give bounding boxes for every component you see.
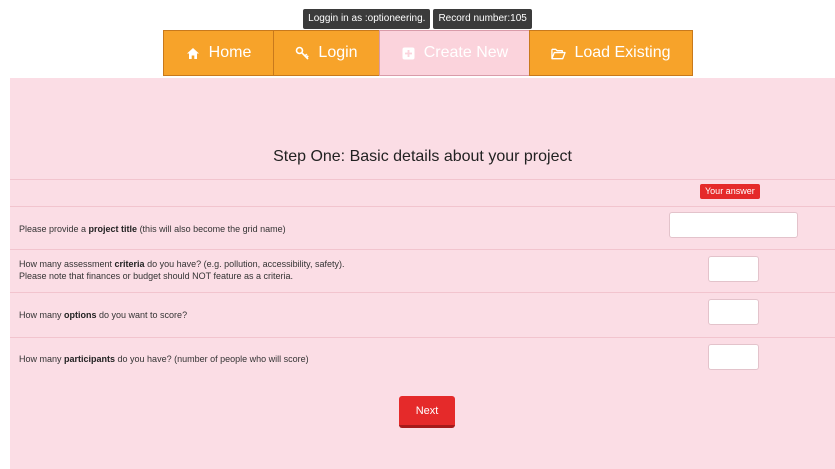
key-icon bbox=[295, 46, 310, 61]
nav-create-new-label: Create New bbox=[423, 44, 509, 61]
nav-load-existing-button[interactable]: Load Existing bbox=[529, 30, 693, 76]
question-row-participants: How many participants do you have? (numb… bbox=[10, 337, 835, 380]
nav-home-button[interactable]: Home bbox=[163, 30, 274, 76]
record-number: Record number:105 bbox=[433, 9, 532, 29]
nav-load-existing-label: Load Existing bbox=[574, 44, 671, 61]
options-count-input[interactable] bbox=[708, 299, 759, 325]
nav-home-label: Home bbox=[208, 44, 252, 61]
question-label-participants: How many participants do you have? (numb… bbox=[19, 354, 309, 364]
nav-login-label: Login bbox=[318, 44, 358, 61]
question-label-options: How many options do you want to score? bbox=[19, 310, 188, 320]
question-row-criteria: How many assessment criteria do you have… bbox=[10, 249, 835, 292]
nav-create-new-button[interactable]: Create New bbox=[379, 30, 530, 76]
main-nav: Home Login Create New Load Existing bbox=[163, 30, 693, 78]
criteria-count-input[interactable] bbox=[708, 256, 759, 282]
answer-header-row: Your answer bbox=[10, 179, 835, 206]
plus-square-icon bbox=[401, 46, 416, 61]
question-row-project-title: Please provide a project title (this wil… bbox=[10, 206, 835, 249]
login-status: Loggin in as :optioneering. bbox=[303, 9, 431, 29]
nav-login-button[interactable]: Login bbox=[273, 30, 380, 76]
folder-open-icon bbox=[551, 46, 567, 61]
status-bar: Loggin in as :optioneering. Record numbe… bbox=[0, 9, 835, 29]
project-title-input[interactable] bbox=[669, 212, 798, 238]
question-label-criteria: How many assessment criteria do you have… bbox=[19, 259, 345, 281]
form-panel: Step One: Basic details about your proje… bbox=[10, 78, 835, 469]
form-heading: Step One: Basic details about your proje… bbox=[273, 148, 572, 165]
participants-count-input[interactable] bbox=[708, 344, 759, 370]
home-icon bbox=[186, 46, 201, 61]
question-label-project-title: Please provide a project title (this wil… bbox=[19, 224, 286, 234]
next-button[interactable]: Next bbox=[399, 396, 455, 428]
question-row-options: How many options do you want to score? bbox=[10, 292, 835, 337]
your-answer-badge: Your answer bbox=[700, 184, 760, 199]
